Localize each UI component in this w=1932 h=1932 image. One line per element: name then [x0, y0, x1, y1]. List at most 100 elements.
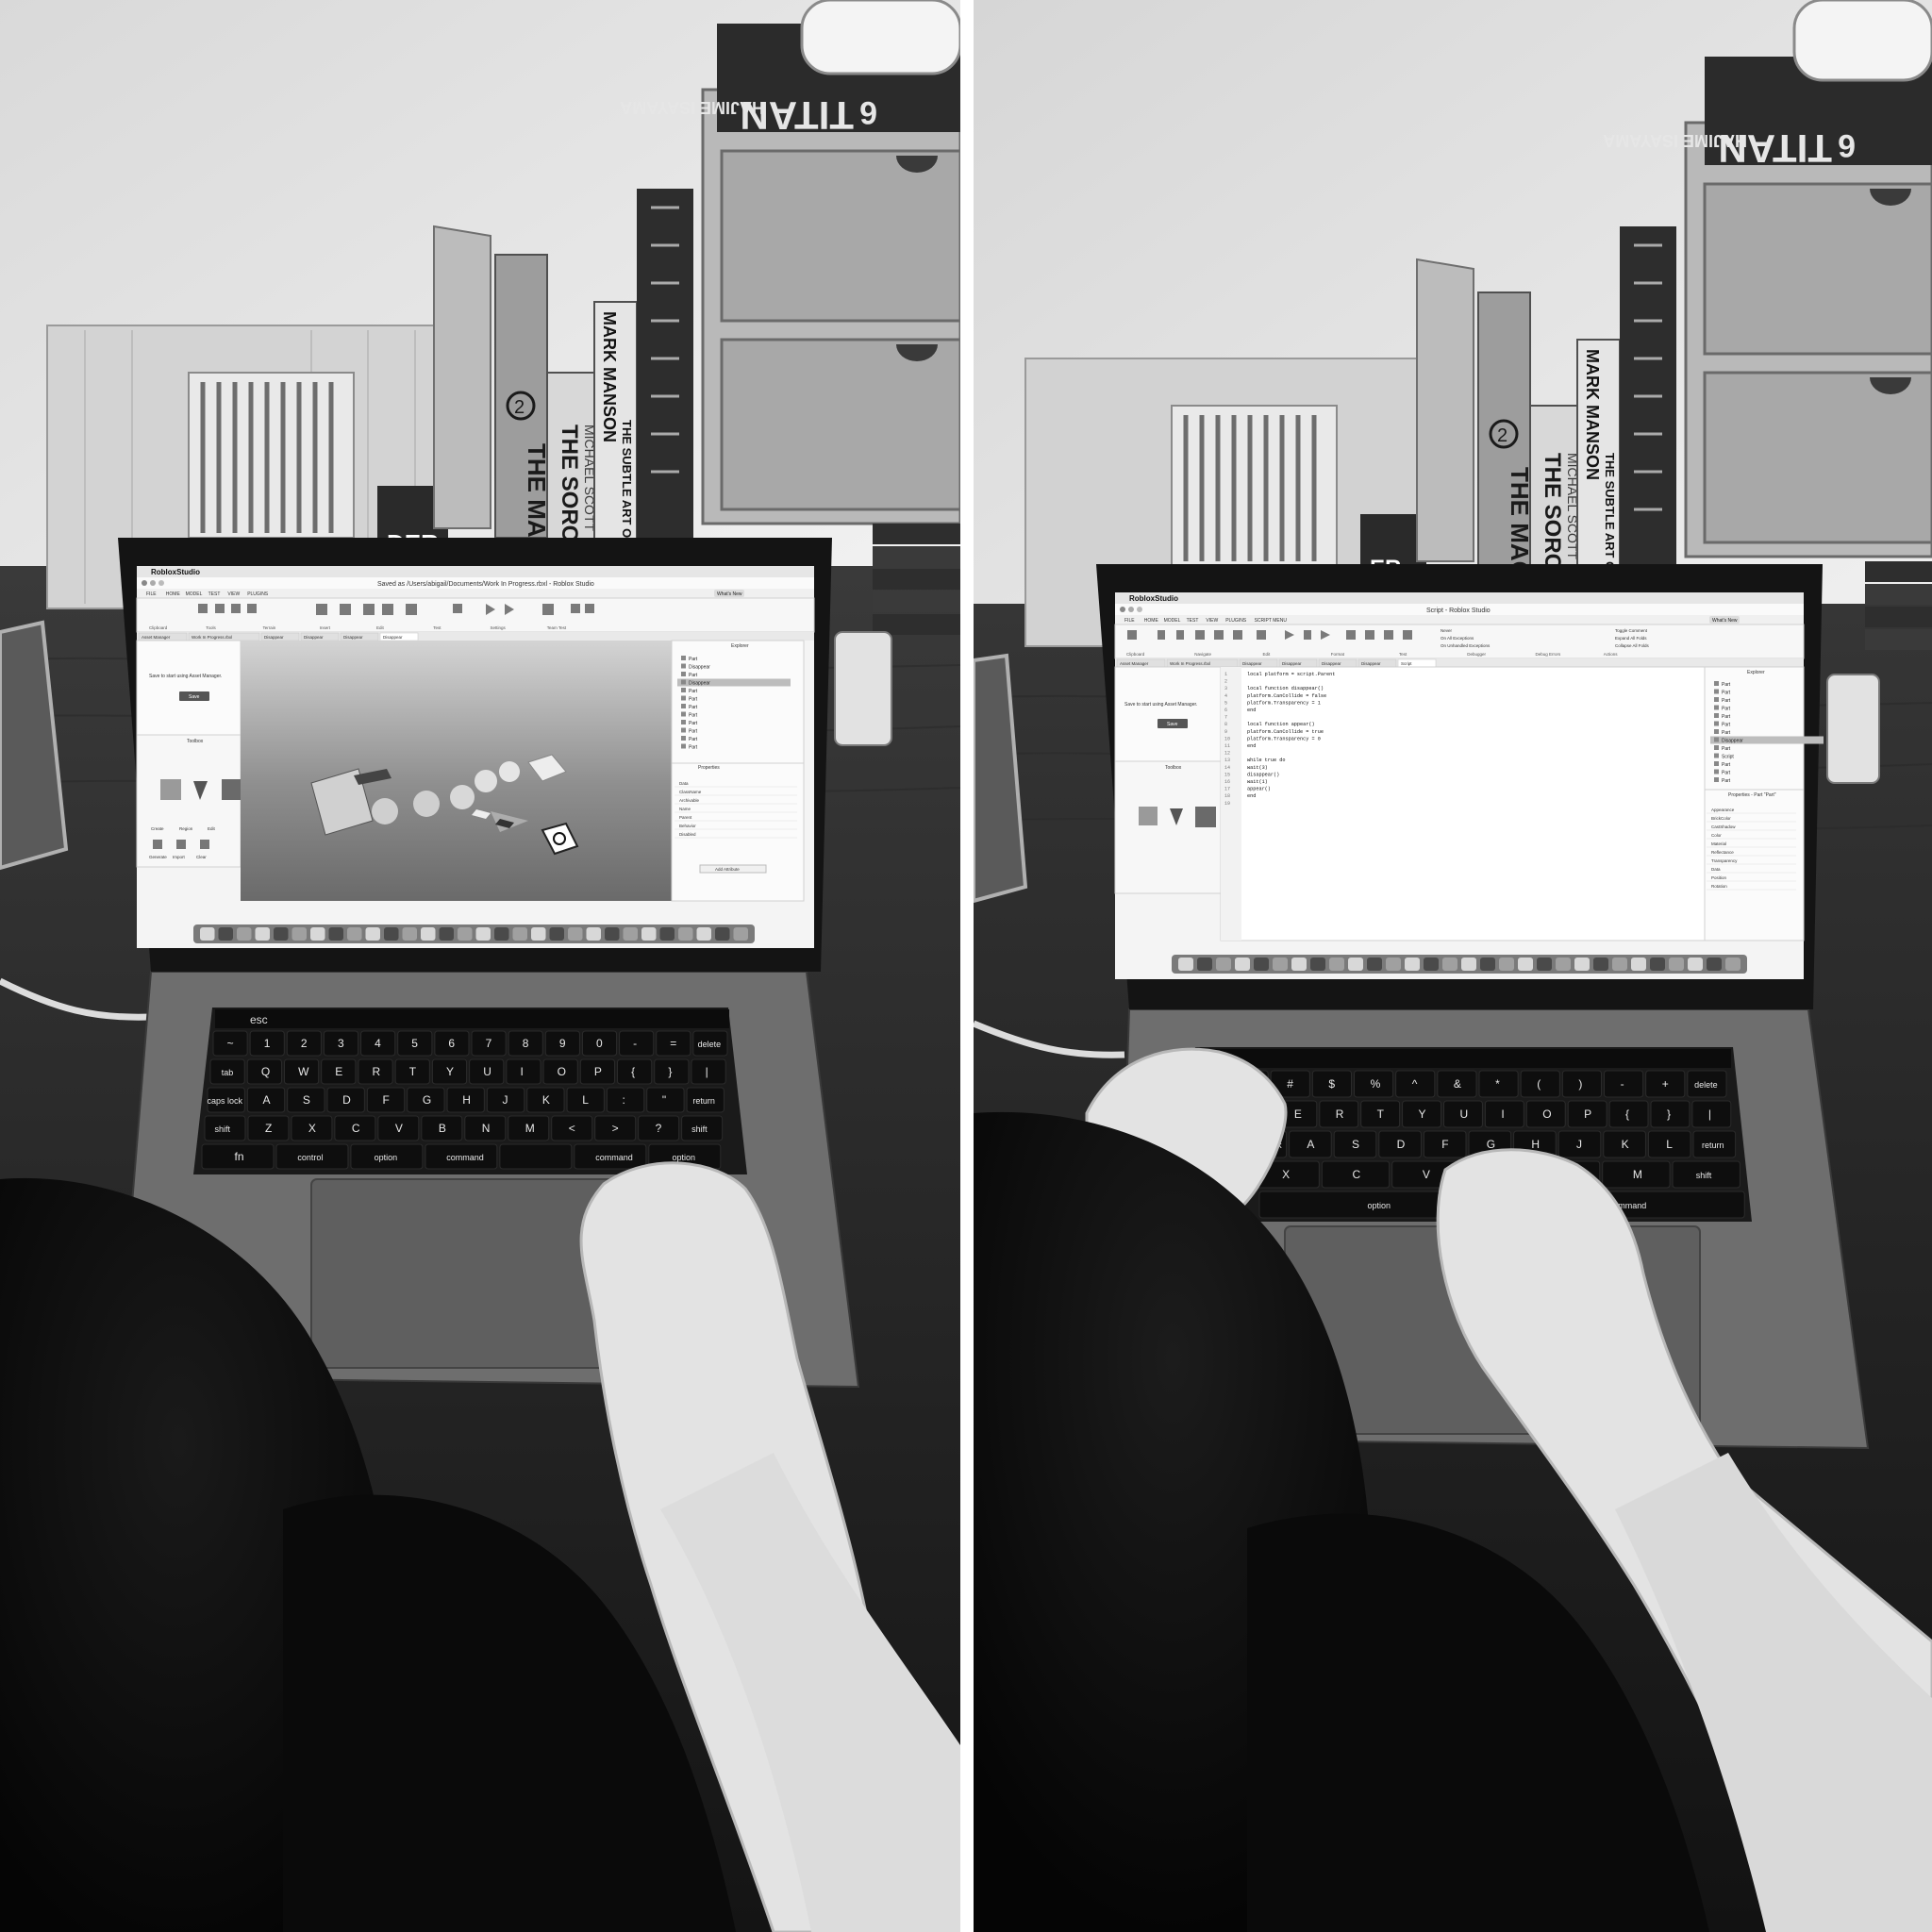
- ribbon-tab[interactable]: HOME: [1144, 618, 1159, 624]
- dock-app-icon[interactable]: [1291, 958, 1307, 971]
- dock-app-icon[interactable]: [475, 927, 491, 941]
- dock-app-icon[interactable]: [1329, 958, 1344, 971]
- dock-app-icon[interactable]: [458, 927, 473, 941]
- dock-app-icon[interactable]: [1254, 958, 1269, 971]
- explorer-item[interactable]: Disappear: [689, 665, 710, 671]
- dock-app-icon[interactable]: [678, 927, 693, 941]
- explorer-item[interactable]: Part: [1722, 707, 1731, 712]
- dock-app-icon[interactable]: [1631, 958, 1646, 971]
- toolbox-item-3[interactable]: [1195, 807, 1216, 827]
- key[interactable]: [606, 1087, 645, 1113]
- explorer-item[interactable]: Part: [689, 657, 698, 662]
- zoom-window-icon[interactable]: [158, 580, 164, 586]
- explorer-item[interactable]: Part: [689, 737, 698, 742]
- terrain-tool-icon[interactable]: [200, 840, 209, 849]
- dock-app-icon[interactable]: [1650, 958, 1665, 971]
- explorer-item[interactable]: Part: [1722, 778, 1731, 784]
- explorer-item[interactable]: Part: [689, 689, 698, 694]
- dock-app-icon[interactable]: [1499, 958, 1514, 971]
- dock-app-icon[interactable]: [218, 927, 234, 941]
- debug-option[interactable]: On Unhandled Exceptions: [1441, 643, 1491, 648]
- explorer-item[interactable]: Disappear: [1722, 739, 1743, 744]
- dock-app-icon[interactable]: [1424, 958, 1439, 971]
- dock-app-icon[interactable]: [623, 927, 639, 941]
- dock-app-icon[interactable]: [1593, 958, 1608, 971]
- ribbon-tab[interactable]: TEST: [208, 591, 221, 597]
- action-option[interactable]: Expand All Folds: [1615, 636, 1647, 641]
- close-window-icon[interactable]: [142, 580, 147, 586]
- ribbon-tab[interactable]: PLUGINS: [1225, 618, 1247, 624]
- 3d-viewport[interactable]: [241, 641, 672, 901]
- dock-app-icon[interactable]: [512, 927, 528, 941]
- dock-app-icon[interactable]: [1310, 958, 1325, 971]
- terrain-tab[interactable]: Edit: [208, 826, 216, 831]
- action-option[interactable]: Toggle Comment: [1615, 628, 1648, 633]
- ribbon-tab[interactable]: TEST: [1187, 618, 1199, 624]
- dock-app-icon[interactable]: [568, 927, 583, 941]
- dock-app-icon[interactable]: [384, 927, 399, 941]
- dock-app-icon[interactable]: [586, 927, 602, 941]
- ribbon-tab[interactable]: VIEW: [227, 591, 240, 597]
- toolbox-item-1[interactable]: [1139, 807, 1158, 825]
- dock-app-icon[interactable]: [1556, 958, 1571, 971]
- script-editor[interactable]: [1220, 666, 1706, 941]
- close-window-icon[interactable]: [1120, 607, 1125, 612]
- dock-app-icon[interactable]: [1386, 958, 1401, 971]
- key[interactable]: [499, 1143, 573, 1170]
- dock-app-icon[interactable]: [641, 927, 657, 941]
- minimize-window-icon[interactable]: [1128, 607, 1134, 612]
- dock-app-icon[interactable]: [365, 927, 381, 941]
- explorer-item[interactable]: Part: [1722, 723, 1731, 728]
- dock-app-icon[interactable]: [1480, 958, 1495, 971]
- dock-app-icon[interactable]: [237, 927, 252, 941]
- ribbon-tab[interactable]: PLUGINS: [247, 591, 269, 597]
- dock-app-icon[interactable]: [291, 927, 308, 941]
- dock-app-icon[interactable]: [402, 927, 418, 941]
- action-option[interactable]: Collapse All Folds: [1615, 643, 1650, 648]
- dock-app-icon[interactable]: [1178, 958, 1193, 971]
- ribbon-tab[interactable]: HOME: [166, 591, 181, 597]
- toolbox-item-1[interactable]: [160, 779, 181, 800]
- dock-app-icon[interactable]: [715, 927, 730, 941]
- dock-app-icon[interactable]: [1461, 958, 1476, 971]
- explorer-item[interactable]: Part: [689, 721, 698, 726]
- key[interactable]: [1484, 1100, 1524, 1128]
- ribbon-tab[interactable]: VIEW: [1206, 618, 1218, 624]
- debug-option[interactable]: On All Exceptions: [1441, 636, 1474, 641]
- dock-app-icon[interactable]: [310, 927, 325, 941]
- dock-app-icon[interactable]: [1518, 958, 1533, 971]
- explorer-item[interactable]: Part: [1722, 762, 1731, 768]
- dock-app-icon[interactable]: [733, 927, 749, 941]
- dock-app-icon[interactable]: [1688, 958, 1703, 971]
- dock-app-icon[interactable]: [255, 927, 271, 941]
- dock-app-icon[interactable]: [1405, 958, 1420, 971]
- terrain-tab[interactable]: Create: [151, 826, 164, 831]
- dock-app-icon[interactable]: [328, 927, 344, 941]
- zoom-window-icon[interactable]: [1137, 607, 1142, 612]
- key[interactable]: [691, 1058, 726, 1085]
- dock-app-icon[interactable]: [1537, 958, 1552, 971]
- dock-app-icon[interactable]: [1348, 958, 1363, 971]
- dock-app-icon[interactable]: [200, 927, 215, 941]
- dock-app-icon[interactable]: [1707, 958, 1722, 971]
- dock-app-icon[interactable]: [1197, 958, 1212, 971]
- key[interactable]: [506, 1058, 541, 1085]
- dock-app-icon[interactable]: [421, 927, 436, 941]
- dock-app-icon[interactable]: [1442, 958, 1457, 971]
- dock-app-icon[interactable]: [274, 927, 289, 941]
- key[interactable]: [1691, 1100, 1732, 1128]
- ribbon-tab[interactable]: MODEL: [1164, 618, 1181, 624]
- dock-app-icon[interactable]: [696, 927, 712, 941]
- ribbon-tab[interactable]: MODEL: [186, 591, 203, 597]
- dock-app-icon[interactable]: [1216, 958, 1231, 971]
- dock-app-icon[interactable]: [1612, 958, 1627, 971]
- explorer-item[interactable]: Part: [689, 705, 698, 710]
- explorer-item[interactable]: Part: [1722, 682, 1731, 688]
- dock-app-icon[interactable]: [1367, 958, 1382, 971]
- dock-app-icon[interactable]: [347, 927, 362, 941]
- dock-app-icon[interactable]: [605, 927, 620, 941]
- dock-app-icon[interactable]: [549, 927, 565, 941]
- toolbox-item-3[interactable]: [222, 779, 242, 800]
- terrain-tab[interactable]: Region: [179, 826, 193, 831]
- debug-option[interactable]: Never: [1441, 628, 1453, 633]
